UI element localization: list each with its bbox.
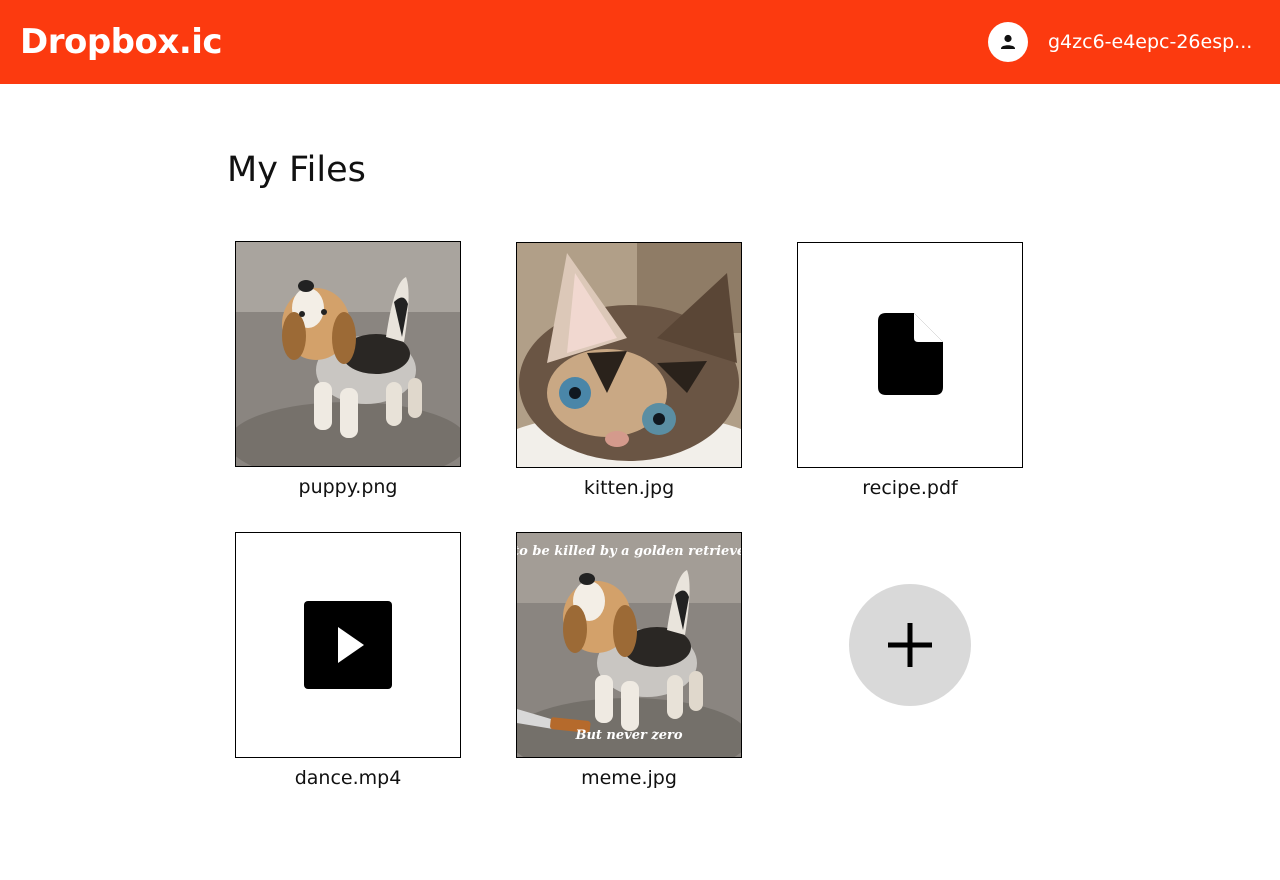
page-title: My Files: [227, 150, 366, 190]
app-logo[interactable]: Dropbox.ic: [20, 20, 223, 64]
file-thumbnail: [797, 242, 1023, 468]
meme-bottom-caption: But never zero: [574, 728, 682, 743]
file-name: recipe.pdf: [862, 477, 958, 499]
file-name: meme.jpg: [581, 767, 677, 789]
document-icon: [878, 313, 943, 395]
file-name: dance.mp4: [294, 767, 402, 789]
file-tile-puppy[interactable]: puppy.png: [235, 241, 461, 499]
file-thumbnail: [235, 532, 461, 758]
user-avatar[interactable]: [988, 22, 1028, 62]
file-name: kitten.jpg: [583, 477, 675, 499]
user-id-label[interactable]: g4zc6-e4epc-26esp...: [1048, 30, 1266, 54]
file-tile-meme[interactable]: es to be killed by a golden retriever a …: [516, 532, 742, 790]
play-icon: [304, 601, 392, 689]
file-tile-dance[interactable]: dance.mp4: [235, 532, 461, 790]
meme-top-caption: es to be killed by a golden retriever a: [517, 544, 741, 559]
person-icon: [1001, 34, 1015, 49]
image-thumbnail: [235, 241, 461, 467]
top-bar: Dropbox.ic g4zc6-e4epc-26esp...: [0, 0, 1280, 84]
puppy-meme-photo: es to be killed by a golden retriever a …: [517, 533, 741, 757]
image-thumbnail: es to be killed by a golden retriever a …: [516, 532, 742, 758]
file-tile-kitten[interactable]: kitten.jpg: [516, 242, 742, 500]
puppy-photo: [236, 242, 460, 466]
file-name: puppy.png: [298, 476, 398, 498]
add-file-button[interactable]: [849, 584, 971, 706]
image-thumbnail: [516, 242, 742, 468]
kitten-photo: [517, 243, 741, 467]
plus-icon: [888, 623, 932, 667]
file-tile-recipe[interactable]: recipe.pdf: [797, 242, 1023, 500]
